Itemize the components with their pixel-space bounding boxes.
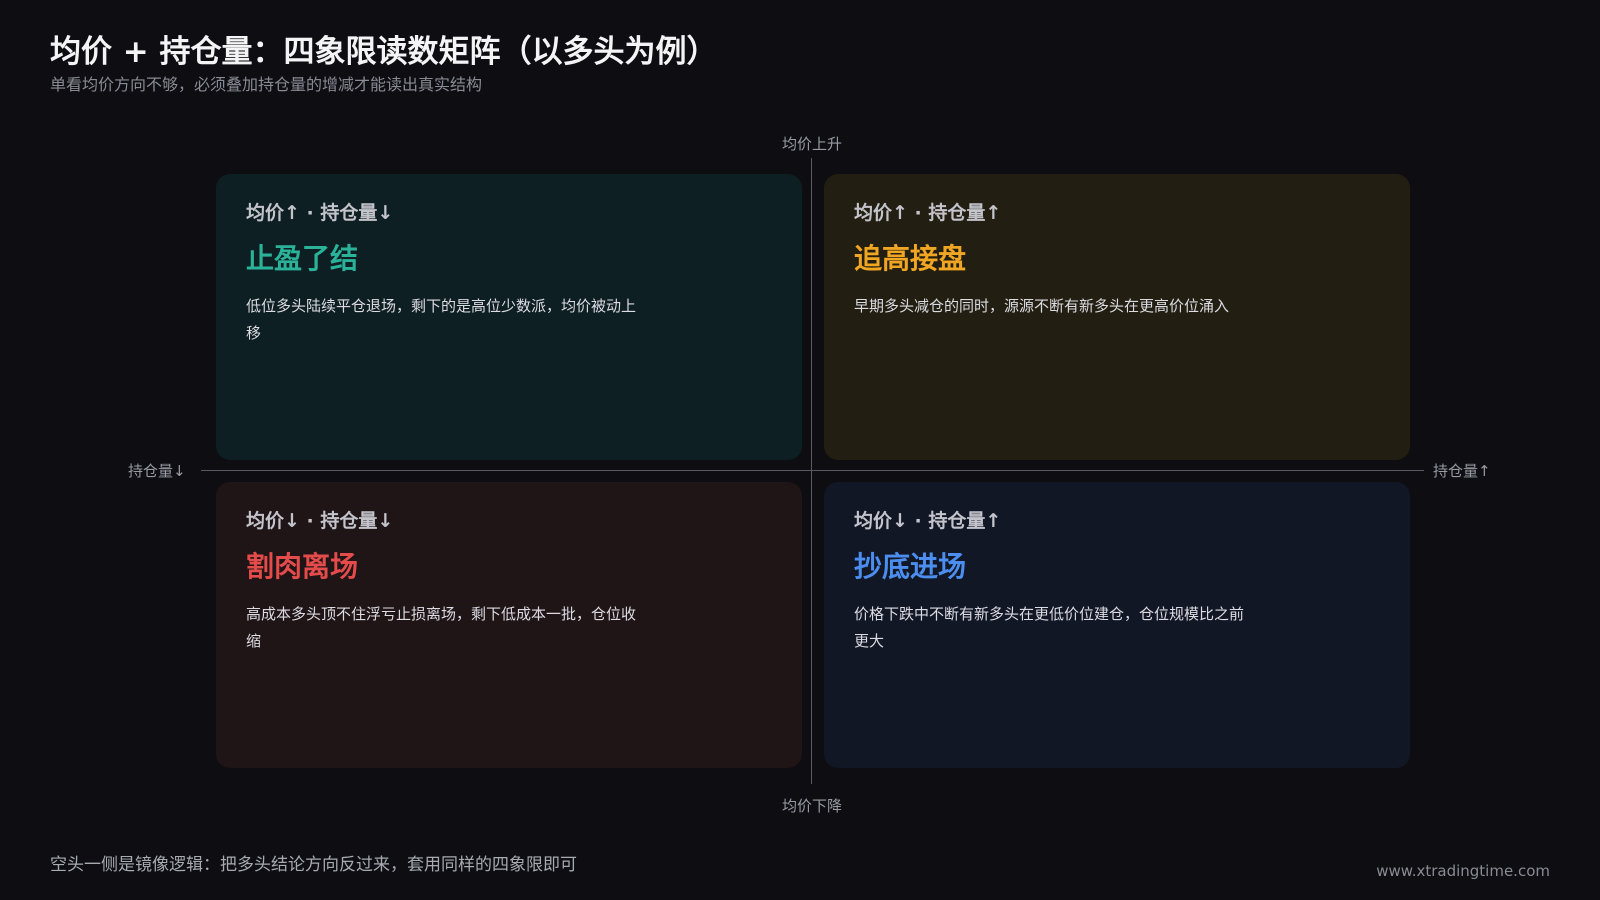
vertical-axis-line [811, 158, 812, 784]
footer-note: 空头一侧是镜像逻辑：把多头结论方向反过来，套用同样的四象限即可 [50, 855, 577, 875]
quadrant-tag: 均价↓ · 持仓量↓ [246, 510, 394, 532]
axis-label-right: 持仓量↑ [1433, 462, 1491, 480]
quadrant-bottom-right: 均价↓ · 持仓量↑ 抄底进场 价格下跌中不断有新多头在更低价位建仓，仓位规模比… [824, 482, 1410, 768]
quadrant-name: 追高接盘 [854, 242, 967, 275]
page-subtitle: 单看均价方向不够，必须叠加持仓量的增减才能读出真实结构 [50, 75, 483, 94]
axis-label-top: 均价上升 [781, 135, 843, 153]
quadrant-name: 止盈了结 [246, 242, 359, 275]
footer-url[interactable]: www.xtradingtime.com [1376, 862, 1550, 880]
quadrant-description: 早期多头减仓的同时，源源不断有新多头在更高价位涌入 [854, 297, 1230, 315]
quadrant-name: 抄底进场 [854, 550, 967, 583]
quadrant-description: 低位多头陆续平仓退场，剩下的是高位少数派，均价被动上移 [246, 297, 637, 342]
quadrant-tag: 均价↑ · 持仓量↓ [246, 202, 394, 224]
quadrant-name: 割肉离场 [246, 550, 359, 583]
page-title: 均价 + 持仓量：四象限读数矩阵（以多头为例） [50, 34, 718, 70]
quadrant-tag: 均价↑ · 持仓量↑ [854, 202, 1002, 224]
axis-label-bottom: 均价下降 [781, 797, 843, 815]
axis-label-left: 持仓量↓ [128, 462, 186, 480]
quadrant-description: 价格下跌中不断有新多头在更低价位建仓，仓位规模比之前更大 [854, 605, 1245, 650]
horizontal-axis-line [201, 470, 1424, 471]
quadrant-top-right: 均价↑ · 持仓量↑ 追高接盘 早期多头减仓的同时，源源不断有新多头在更高价位涌… [824, 174, 1410, 460]
quadrant-description: 高成本多头顶不住浮亏止损离场，剩下低成本一批，仓位收缩 [246, 605, 637, 650]
quadrant-bottom-left: 均价↓ · 持仓量↓ 割肉离场 高成本多头顶不住浮亏止损离场，剩下低成本一批，仓… [216, 482, 802, 768]
quadrant-top-left: 均价↑ · 持仓量↓ 止盈了结 低位多头陆续平仓退场，剩下的是高位少数派，均价被… [216, 174, 802, 460]
quadrant-tag: 均价↓ · 持仓量↑ [854, 510, 1002, 532]
